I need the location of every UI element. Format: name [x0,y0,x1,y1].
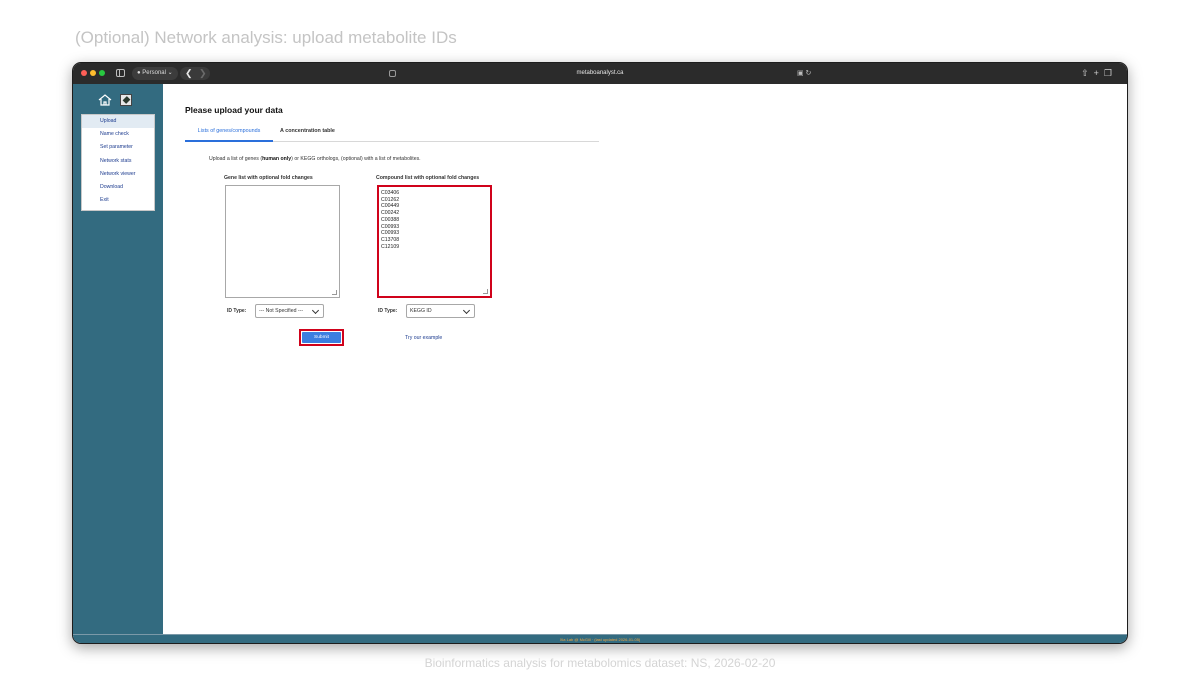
sidebar-item-exit[interactable]: Exit [82,194,154,207]
browser-window: ● Personal ⌄ ❮ ❯ metaboanalyst.ca ▣ ↻ ⇧+… [72,62,1128,644]
compound-id-line: C12109 [381,243,400,250]
compound-id-line: C03406 [381,190,400,196]
compound-id-line: C00993 [381,230,400,237]
description-text: Upload a list of genes ( [209,156,263,162]
submit-highlight: Submit [299,329,344,346]
gene-list-label: Gene list with optional fold changes [224,175,313,181]
status-bar: Xia Lab @ McGill · (last updated 2026-01… [73,634,1127,643]
main-content: Please upload your data Lists of genes/c… [163,84,1127,634]
compound-id-type-label: ID Type: [378,308,398,314]
share-newtab-tabs-icons[interactable]: ⇧+❐ [1081,63,1117,84]
status-bar-text: Xia Lab @ McGill · (last updated 2026-01… [559,637,641,642]
slide-title: (Optional) Network analysis: upload meta… [75,28,457,47]
address-bar[interactable]: metaboanalyst.ca [73,63,1127,84]
slide-footer: Bioinformatics analysis for metabolomics… [424,656,776,670]
chevron-down-icon [311,306,320,315]
workflow-menu: Upload Name check Set parameter Network sta… [81,114,155,211]
upload-description: Upload a list of genes (human only) or K… [209,156,421,162]
compound-list-label: Compound list with optional fold changes [376,175,480,181]
compound-id-line: C01262 [381,196,400,203]
metaboanalyst-logo-icon[interactable] [120,94,132,106]
chevron-down-icon [462,306,471,315]
compound-id-line: C13708 [381,236,400,243]
try-example-link[interactable]: Try our example [405,335,442,341]
sidebar-item-upload[interactable]: Upload [82,115,154,129]
gene-id-type-value: --- Not Specified --- [259,308,304,314]
compound-id-line: C00388 [381,216,400,223]
description-bold: human only [262,156,292,162]
gene-id-type-select[interactable]: --- Not Specified --- [255,304,324,318]
sidebar-item-network-stats[interactable]: Network stats [82,155,154,168]
sidebar-item-name-check[interactable]: Name check [82,128,154,141]
home-icon[interactable] [98,94,112,106]
tab-concentration-table[interactable]: A concentration table [280,124,335,142]
translate-reload-icon[interactable]: ▣ ↻ [797,63,811,84]
gene-id-type-label: ID Type: [227,308,247,314]
compound-id-line: C00242 [381,210,400,217]
submit-button[interactable]: Submit [302,332,341,343]
description-text-end: ) or KEGG orthologs, (optional) with a l… [291,156,421,162]
compound-id-type-value: KEGG ID [410,308,432,314]
compound-id-line: C00993 [381,223,400,230]
page-title: Please upload your data [185,105,283,115]
gene-list-textarea[interactable] [225,185,340,298]
sidebar-item-network-viewer[interactable]: Network viewer [82,168,154,181]
upload-tabs: Lists of genes/compounds A concentration… [185,124,599,142]
tab-lists[interactable]: Lists of genes/compounds [185,124,273,142]
compound-list-textarea[interactable]: C03406 C01262 C00449 C00242 C00388 C00993 C009… [377,185,492,298]
compound-id-type-select[interactable]: KEGG ID [406,304,475,318]
sidebar-item-download[interactable]: Download [82,181,154,194]
sidebar-item-set-parameter[interactable]: Set parameter [82,141,154,154]
app-sidebar: Upload Name check Set parameter Network sta… [73,84,163,634]
compound-id-line: C00449 [381,203,400,210]
browser-titlebar: ● Personal ⌄ ❮ ❯ metaboanalyst.ca ▣ ↻ ⇧+… [73,63,1127,84]
